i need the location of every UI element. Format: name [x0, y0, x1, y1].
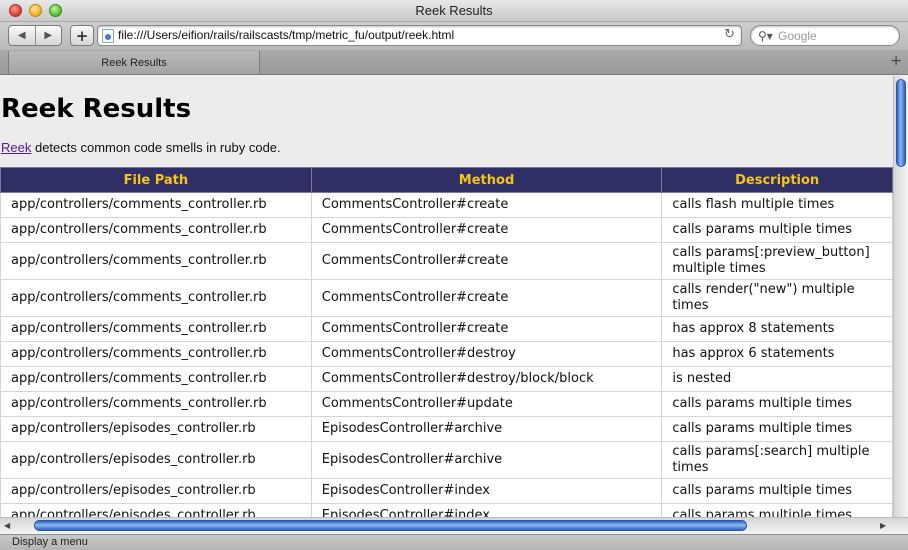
- column-header-method: Method: [310, 167, 663, 193]
- horizontal-scrollbar[interactable]: ◀ ▶: [0, 517, 908, 534]
- browser-window: Reek Results ◀ ▶ + file:///Users/eifion/…: [0, 0, 908, 550]
- cell-method: EpisodesController#archive: [310, 441, 663, 479]
- cell-file-path: app/controllers/episodes_controller.rb: [0, 478, 312, 504]
- cell-file-path: app/controllers/episodes_controller.rb: [0, 503, 312, 517]
- cell-file-path: app/controllers/comments_controller.rb: [0, 366, 312, 392]
- cell-description: calls params multiple times: [661, 391, 893, 417]
- nav-buttons: ◀ ▶: [8, 25, 62, 46]
- page-content: Reek Results Reek detects common code sm…: [0, 76, 893, 517]
- column-header-file-path: File Path: [0, 167, 312, 193]
- cell-file-path: app/controllers/comments_controller.rb: [0, 192, 312, 218]
- cell-description: calls params multiple times: [661, 503, 893, 517]
- cell-method: EpisodesController#index: [310, 503, 663, 517]
- vertical-scrollbar[interactable]: [893, 76, 908, 517]
- cell-method: CommentsController#create: [310, 279, 663, 317]
- title-bar: Reek Results: [0, 0, 908, 22]
- url-text[interactable]: file:///Users/eifion/rails/railscasts/tm…: [118, 28, 454, 42]
- table-row: app/controllers/comments_controller.rb Co…: [0, 242, 893, 280]
- cell-description: calls flash multiple times: [661, 192, 893, 218]
- cell-description: calls params multiple times: [661, 217, 893, 243]
- cell-method: CommentsController#create: [310, 316, 663, 342]
- intro-description: detects common code smells in ruby code.: [31, 140, 281, 155]
- cell-method: CommentsController#destroy: [310, 341, 663, 367]
- cell-method: CommentsController#create: [310, 242, 663, 280]
- scroll-right-arrow-icon[interactable]: ▶: [880, 521, 886, 530]
- cell-description: has approx 8 statements: [661, 316, 893, 342]
- table-header-row: File Path Method Description: [0, 167, 893, 193]
- table-row: app/controllers/comments_controller.rb Co…: [0, 192, 893, 218]
- search-field[interactable]: ⚲▾ Google: [750, 25, 900, 46]
- file-icon: [102, 29, 114, 43]
- toolbar: ◀ ▶ + file:///Users/eifion/rails/railsca…: [0, 22, 908, 50]
- cell-file-path: app/controllers/comments_controller.rb: [0, 217, 312, 243]
- new-tab-icon[interactable]: +: [890, 53, 902, 69]
- cell-description: calls params[:search] multiple times: [661, 441, 893, 479]
- status-bar: Display a menu: [0, 534, 908, 550]
- cell-method: CommentsController#destroy/block/block: [310, 366, 663, 392]
- cell-method: CommentsController#create: [310, 192, 663, 218]
- scroll-left-arrow-icon[interactable]: ◀: [4, 521, 10, 530]
- cell-file-path: app/controllers/comments_controller.rb: [0, 242, 312, 280]
- add-bookmark-button[interactable]: +: [70, 25, 94, 46]
- forward-arrow-icon[interactable]: ▶: [34, 26, 62, 45]
- table-row: app/controllers/episodes_controller.rb Ep…: [0, 503, 893, 517]
- table-row: app/controllers/episodes_controller.rb Ep…: [0, 416, 893, 442]
- table-row: app/controllers/comments_controller.rb Co…: [0, 391, 893, 417]
- table-row: app/controllers/comments_controller.rb Co…: [0, 279, 893, 317]
- cell-description: calls params multiple times: [661, 478, 893, 504]
- cell-file-path: app/controllers/comments_controller.rb: [0, 279, 312, 317]
- search-placeholder[interactable]: Google: [778, 29, 817, 43]
- table-row: app/controllers/episodes_controller.rb Ep…: [0, 441, 893, 479]
- intro-text: Reek detects common code smells in ruby …: [1, 140, 281, 155]
- cell-file-path: app/controllers/episodes_controller.rb: [0, 441, 312, 479]
- cell-description: has approx 6 statements: [661, 341, 893, 367]
- cell-method: CommentsController#create: [310, 217, 663, 243]
- cell-method: EpisodesController#index: [310, 478, 663, 504]
- reload-icon[interactable]: ↻: [724, 27, 735, 42]
- cell-file-path: app/controllers/comments_controller.rb: [0, 391, 312, 417]
- column-header-description: Description: [661, 167, 893, 193]
- status-text: Display a menu: [12, 536, 88, 548]
- back-arrow-icon[interactable]: ◀: [9, 26, 35, 45]
- tab-reek-results[interactable]: Reek Results: [8, 51, 260, 74]
- table-row: app/controllers/comments_controller.rb Co…: [0, 316, 893, 342]
- horizontal-scroll-thumb[interactable]: [34, 520, 747, 531]
- cell-file-path: app/controllers/episodes_controller.rb: [0, 416, 312, 442]
- cell-description: is nested: [661, 366, 893, 392]
- window-title: Reek Results: [415, 3, 493, 18]
- table-row: app/controllers/episodes_controller.rb Ep…: [0, 478, 893, 504]
- cell-description: calls params multiple times: [661, 416, 893, 442]
- cell-file-path: app/controllers/comments_controller.rb: [0, 341, 312, 367]
- reek-link[interactable]: Reek: [1, 140, 31, 155]
- results-table: File Path Method Description app/control…: [0, 167, 893, 517]
- cell-method: CommentsController#update: [310, 391, 663, 417]
- vertical-scroll-thumb[interactable]: [896, 79, 906, 167]
- cell-method: EpisodesController#archive: [310, 416, 663, 442]
- cell-description: calls params[:preview_button] multiple t…: [661, 242, 893, 280]
- page-title: Reek Results: [1, 94, 192, 124]
- table-row: app/controllers/comments_controller.rb Co…: [0, 366, 893, 392]
- table-row: app/controllers/comments_controller.rb Co…: [0, 217, 893, 243]
- cell-description: calls render("new") multiple times: [661, 279, 893, 317]
- table-row: app/controllers/comments_controller.rb Co…: [0, 341, 893, 367]
- cell-file-path: app/controllers/comments_controller.rb: [0, 316, 312, 342]
- search-icon[interactable]: ⚲▾: [758, 29, 773, 43]
- tab-bar: Reek Results +: [0, 50, 908, 75]
- address-bar[interactable]: file:///Users/eifion/rails/railscasts/tm…: [97, 25, 742, 46]
